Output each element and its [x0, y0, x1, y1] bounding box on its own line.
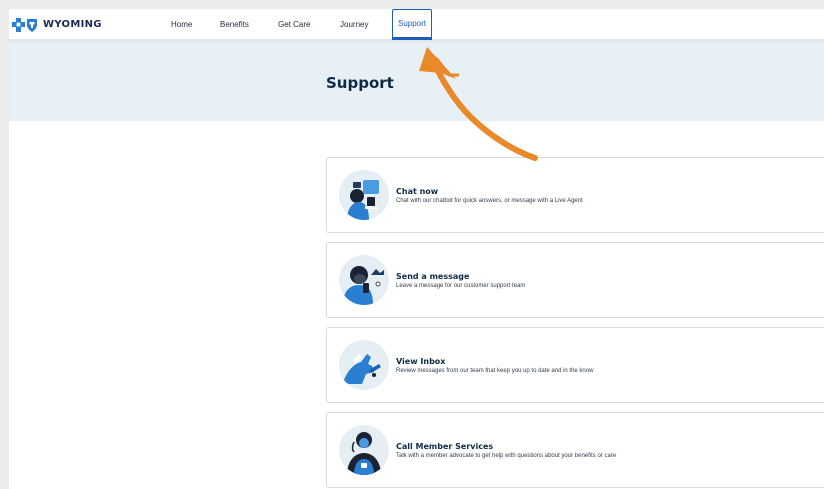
card-description: Leave a message for our customer support…	[396, 283, 526, 289]
app-frame: WYOMING Home Benefits Get Care Journey S…	[9, 9, 824, 489]
card-title: Call Member Services	[396, 442, 494, 451]
card-title: View Inbox	[396, 357, 446, 366]
support-option-call-member-services[interactable]: Call Member Services Talk with a member …	[326, 412, 824, 488]
card-description: Talk with a member advocate to get help …	[396, 453, 617, 459]
inbox-illustration-icon	[339, 340, 389, 390]
nav-item-benefits[interactable]: Benefits	[220, 9, 249, 40]
support-option-view-inbox[interactable]: View Inbox Review messages from our team…	[326, 327, 824, 403]
phone-illustration-icon	[339, 425, 389, 475]
card-title: Send a message	[396, 272, 470, 281]
top-navigation: WYOMING Home Benefits Get Care Journey S…	[9, 9, 824, 40]
support-option-send-message[interactable]: Send a message Leave a message for our c…	[326, 242, 824, 318]
page-title: Support	[326, 74, 394, 92]
nav-item-support[interactable]: Support	[392, 9, 433, 40]
brand-logo[interactable]: WYOMING	[12, 16, 102, 33]
nav-item-journey[interactable]: Journey	[340, 9, 368, 40]
brand-name: WYOMING	[43, 19, 102, 30]
nav-item-home[interactable]: Home	[171, 9, 192, 40]
chat-illustration-icon	[339, 170, 389, 220]
card-description: Chat with our chatbot for quick answers,…	[396, 198, 583, 204]
nav-item-get-care[interactable]: Get Care	[278, 9, 310, 40]
message-illustration-icon	[339, 255, 389, 305]
card-title: Chat now	[396, 187, 439, 196]
page-hero: Support	[9, 40, 824, 121]
card-description: Review messages from our team that keep …	[396, 368, 594, 374]
blue-cross-blue-shield-icon	[12, 17, 37, 32]
support-option-chat-now[interactable]: Chat now Chat with our chatbot for quick…	[326, 157, 824, 233]
